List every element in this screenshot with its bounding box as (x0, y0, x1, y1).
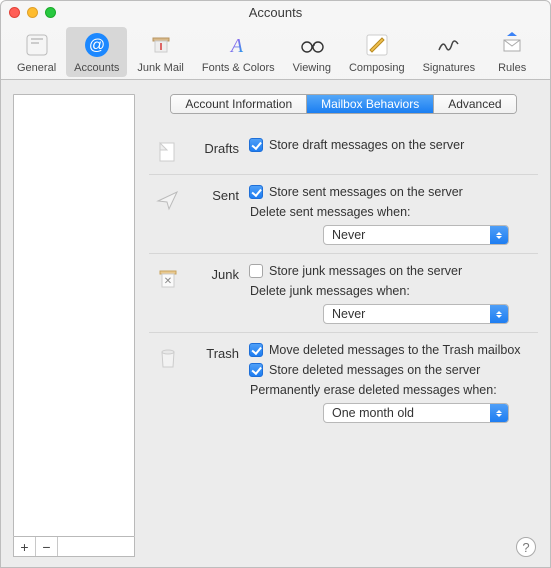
junk-store-checkbox[interactable] (249, 264, 263, 278)
select-arrows-icon (490, 404, 508, 422)
drafts-store-label: Store draft messages on the server (269, 138, 464, 152)
accounts-list[interactable] (13, 94, 135, 537)
junk-delete-select[interactable]: Never (323, 304, 509, 324)
toolbar-rules[interactable]: Rules (485, 27, 539, 77)
general-icon (22, 30, 52, 60)
section-trash: Trash Move deleted messages to the Trash… (149, 337, 538, 431)
accounts-sidebar: + − (13, 94, 135, 557)
junk-delete-value: Never (332, 307, 365, 321)
junk-delete-hint: Delete junk messages when: (250, 284, 534, 298)
toolbar-general[interactable]: General (9, 27, 64, 77)
sent-delete-select[interactable]: Never (323, 225, 509, 245)
svg-text:A: A (229, 35, 244, 57)
trash-move-checkbox[interactable] (249, 343, 263, 357)
junk-mail-icon (146, 30, 176, 60)
tab-mailbox-behaviors[interactable]: Mailbox Behaviors (307, 95, 434, 113)
drafts-title: Drafts (193, 138, 239, 166)
trash-store-checkbox[interactable] (249, 363, 263, 377)
svg-text:@: @ (89, 37, 105, 54)
viewing-icon (297, 30, 327, 60)
content-pane: Account Information Mailbox Behaviors Ad… (149, 94, 538, 557)
sent-icon (153, 185, 183, 245)
junk-store-label: Store junk messages on the server (269, 264, 462, 278)
titlebar: Accounts (1, 1, 550, 23)
accounts-icon: @ (82, 30, 112, 60)
signatures-icon (434, 30, 464, 60)
trash-store-label: Store deleted messages on the server (269, 363, 480, 377)
trash-erase-value: One month old (332, 406, 414, 420)
window-title: Accounts (1, 5, 550, 20)
trash-move-label: Move deleted messages to the Trash mailb… (269, 343, 521, 357)
trash-title: Trash (193, 343, 239, 423)
help-button[interactable]: ? (516, 537, 536, 557)
toolbar-accounts[interactable]: @ Accounts (66, 27, 127, 77)
sent-title: Sent (193, 185, 239, 245)
sent-delete-hint: Delete sent messages when: (250, 205, 534, 219)
svg-text:✕: ✕ (164, 276, 172, 287)
toolbar-fonts-colors[interactable]: A Fonts & Colors (194, 27, 283, 77)
composing-icon (362, 30, 392, 60)
toolbar-junk-mail[interactable]: Junk Mail (129, 27, 191, 77)
section-drafts: Drafts Store draft messages on the serve… (149, 132, 538, 175)
sent-store-checkbox[interactable] (249, 185, 263, 199)
drafts-store-checkbox[interactable] (249, 138, 263, 152)
toolbar-viewing[interactable]: Viewing (285, 27, 339, 77)
trash-icon (153, 343, 183, 423)
sent-store-label: Store sent messages on the server (269, 185, 463, 199)
junk-icon: ✕ (153, 264, 183, 324)
fonts-colors-icon: A (223, 30, 253, 60)
select-arrows-icon (490, 226, 508, 244)
junk-title: Junk (193, 264, 239, 324)
toolbar-composing[interactable]: Composing (341, 27, 413, 77)
tab-segmented-control: Account Information Mailbox Behaviors Ad… (170, 94, 516, 114)
toolbar-signatures[interactable]: Signatures (415, 27, 484, 77)
drafts-icon (153, 138, 183, 166)
sent-delete-value: Never (332, 228, 365, 242)
section-junk: ✕ Junk Store junk messages on the server… (149, 258, 538, 333)
tab-advanced[interactable]: Advanced (434, 95, 515, 113)
section-sent: Sent Store sent messages on the server D… (149, 179, 538, 254)
tab-account-information[interactable]: Account Information (171, 95, 307, 113)
select-arrows-icon (490, 305, 508, 323)
preferences-window: Accounts General @ Accounts Junk Mail A … (0, 0, 551, 568)
rules-icon (497, 30, 527, 60)
remove-account-button[interactable]: − (36, 537, 58, 556)
toolbar: General @ Accounts Junk Mail A Fonts & C… (1, 23, 550, 80)
trash-erase-hint: Permanently erase deleted messages when: (250, 383, 534, 397)
add-account-button[interactable]: + (14, 537, 36, 556)
trash-erase-select[interactable]: One month old (323, 403, 509, 423)
